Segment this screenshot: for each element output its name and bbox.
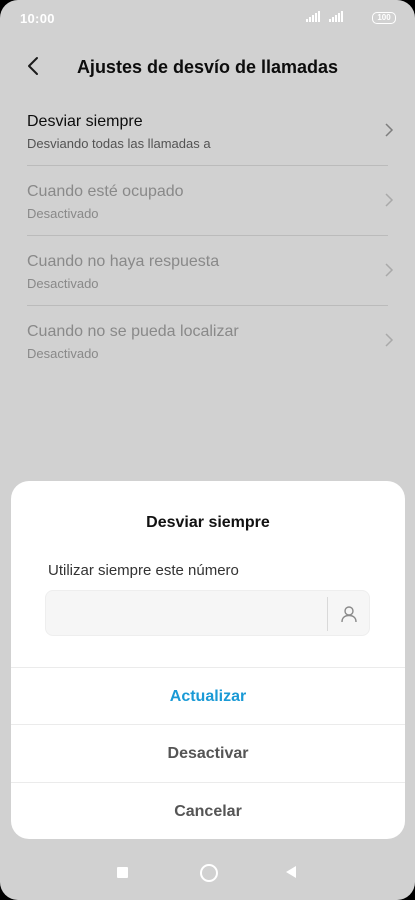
phone-screen: Ajustes de desvío de llamadas Desviar si… [0, 0, 415, 900]
recents-square-icon[interactable] [117, 867, 128, 878]
phone-number-field [45, 590, 370, 637]
disable-button[interactable]: Desactivar [11, 724, 405, 781]
dialog-title: Desviar siempre [146, 514, 270, 531]
signal-icon [306, 11, 320, 22]
status-bar: 10:00 100 [0, 0, 415, 36]
person-icon[interactable] [338, 603, 360, 625]
navigation-bar [0, 845, 415, 900]
home-circle-icon[interactable] [200, 864, 218, 882]
cancel-button[interactable]: Cancelar [11, 782, 405, 839]
back-triangle-icon[interactable] [286, 866, 296, 878]
battery-icon: 100 [372, 12, 396, 24]
dialog-label: Utilizar siempre este número [48, 562, 239, 579]
status-time: 10:00 [20, 11, 55, 26]
update-button[interactable]: Actualizar [11, 667, 405, 724]
phone-number-input[interactable] [56, 591, 320, 637]
input-divider [327, 597, 328, 631]
signal-icon [329, 11, 343, 22]
forward-dialog: Desviar siempre Utilizar siempre este nú… [11, 481, 405, 839]
